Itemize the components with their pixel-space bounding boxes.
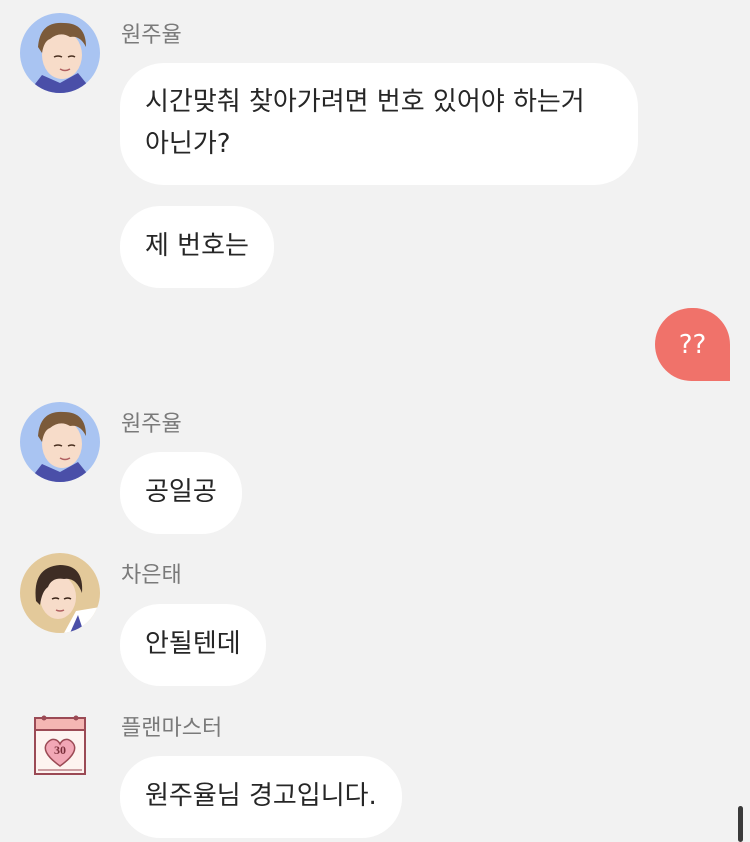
sender-name: 플랜마스터 [121, 716, 223, 741]
avatar-planmaster[interactable]: 30 [30, 714, 90, 776]
avatar-chaeuntae[interactable] [20, 553, 100, 633]
young-man-short-hair-avatar-icon [20, 402, 100, 482]
message-bubble: 안될텐데 [120, 604, 266, 686]
message-bubble: 제 번호는 [120, 206, 274, 288]
man-dark-hair-avatar-icon [20, 553, 100, 633]
calendar-heart-icon: 30 [34, 715, 86, 775]
message-bubble: 공일공 [120, 452, 242, 534]
sender-name: 원주율 [121, 412, 182, 437]
scrollbar[interactable] [738, 806, 743, 842]
message-bubble: 원주율님 경고입니다. [120, 756, 402, 838]
calendar-date-label: 30 [54, 743, 66, 757]
young-man-short-hair-avatar-icon [20, 13, 100, 93]
sender-name: 차은태 [121, 563, 182, 588]
sender-name: 원주율 [121, 23, 182, 48]
avatar-wonjuyul[interactable] [20, 13, 100, 93]
avatar-wonjuyul[interactable] [20, 402, 100, 482]
message-bubble: 시간맞춰 찾아가려면 번호 있어야 하는거 아닌가? [120, 63, 638, 185]
my-message-bubble: ?? [655, 308, 730, 381]
